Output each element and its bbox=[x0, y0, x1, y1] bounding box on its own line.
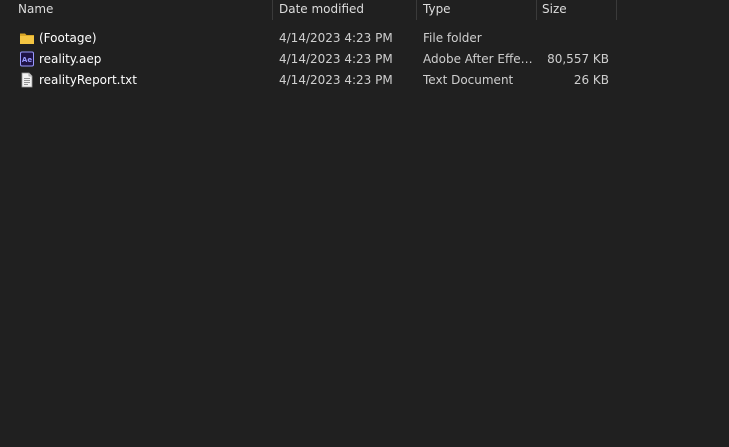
column-header-name[interactable]: Name bbox=[18, 0, 268, 20]
column-header-date-modified[interactable]: Date modified bbox=[279, 0, 414, 20]
file-explorer-pane: Name Date modified Type Size (Footage) 4… bbox=[0, 0, 729, 447]
file-size: 26 KB bbox=[573, 73, 609, 87]
file-date-modified: 4/14/2023 4:23 PM bbox=[279, 52, 393, 66]
column-separator[interactable] bbox=[536, 0, 537, 20]
after-effects-icon: Ae bbox=[20, 51, 34, 67]
file-row-reality-report[interactable]: realityReport.txt 4/14/2023 4:23 PM Text… bbox=[0, 70, 729, 91]
column-separator[interactable] bbox=[616, 0, 617, 20]
folder-icon bbox=[20, 33, 34, 44]
column-header-type[interactable]: Type bbox=[423, 0, 533, 20]
file-list: (Footage) 4/14/2023 4:23 PM File folder … bbox=[0, 28, 729, 91]
file-name: (Footage) bbox=[39, 31, 97, 45]
file-name: reality.aep bbox=[39, 52, 102, 66]
file-row-footage[interactable]: (Footage) 4/14/2023 4:23 PM File folder bbox=[0, 28, 729, 49]
column-separator[interactable] bbox=[416, 0, 417, 20]
file-date-modified: 4/14/2023 4:23 PM bbox=[279, 31, 393, 45]
column-header-size[interactable]: Size bbox=[542, 0, 612, 20]
column-header: Name Date modified Type Size bbox=[0, 0, 729, 20]
file-type: Adobe After Effect... bbox=[423, 52, 533, 66]
file-size bbox=[540, 28, 609, 49]
after-effects-icon-label: Ae bbox=[22, 56, 32, 64]
file-type: Text Document bbox=[423, 73, 514, 87]
file-date-modified: 4/14/2023 4:23 PM bbox=[279, 73, 393, 87]
file-type: File folder bbox=[423, 31, 482, 45]
column-separator[interactable] bbox=[272, 0, 273, 20]
file-name: realityReport.txt bbox=[39, 73, 137, 87]
file-row-reality-aep[interactable]: Ae reality.aep 4/14/2023 4:23 PM Adobe A… bbox=[0, 49, 729, 70]
text-document-icon bbox=[21, 72, 33, 88]
file-size: 80,557 KB bbox=[547, 52, 609, 66]
